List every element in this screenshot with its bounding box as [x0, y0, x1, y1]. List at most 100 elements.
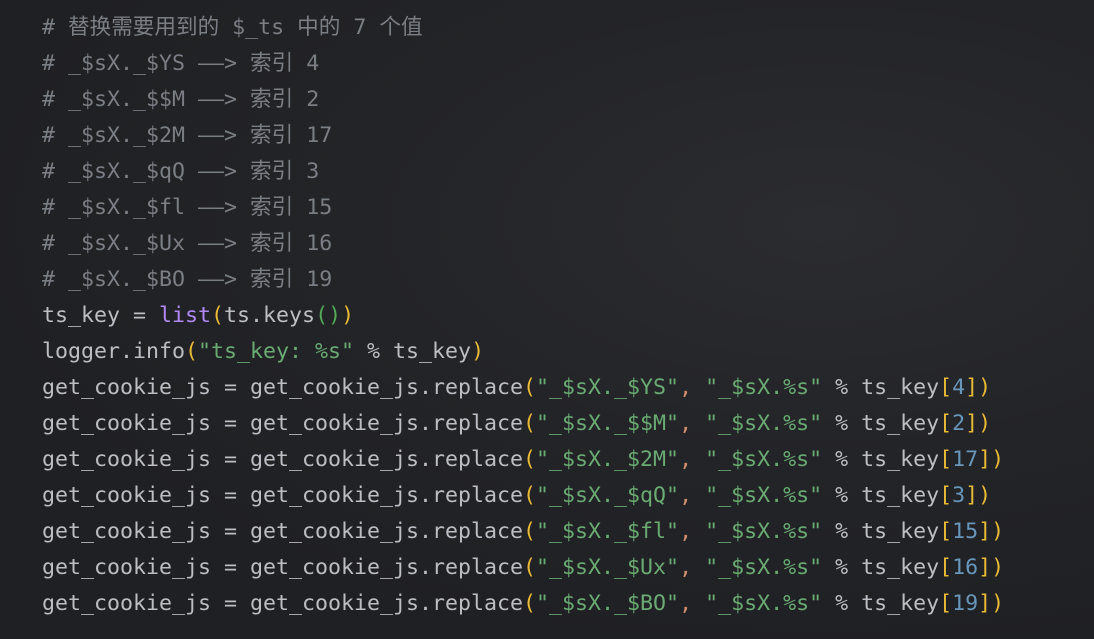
comment: # _$sX._$fl ——> 索引 15	[42, 195, 333, 220]
bracket: [	[939, 447, 953, 472]
bracket: [	[939, 519, 953, 544]
comma: ,	[679, 411, 693, 436]
string-literal: "_$sX.%s"	[705, 483, 823, 508]
comma: ,	[679, 519, 693, 544]
code-line[interactable]: ts_key = list(ts.keys())	[42, 298, 1004, 334]
comma: ,	[679, 447, 693, 472]
bracket: )	[471, 339, 485, 364]
code-line[interactable]: get_cookie_js = get_cookie_js.replace("_…	[42, 370, 1004, 406]
code-line[interactable]: get_cookie_js = get_cookie_js.replace( "_…	[42, 514, 1004, 550]
bracket: [	[939, 375, 953, 400]
code-line[interactable]: # _$sX._$$M ——> 索引 2	[42, 82, 1004, 118]
comment: # 替换需要用到的 $_ts 中的 7 个值	[42, 15, 423, 40]
string-literal: "_$sX._$Ux"	[536, 555, 680, 580]
comment: # _$sX._$$M ——> 索引 2	[42, 87, 320, 112]
string-literal: "ts_key: %s"	[198, 339, 355, 364]
number: 4	[952, 375, 966, 400]
comment: # _$sX._$2M ——> 索引 17	[42, 123, 333, 148]
code-text: % ts_key	[822, 411, 940, 436]
number: 2	[952, 411, 966, 436]
code-line[interactable]: get_cookie_js = get_cookie_js.replace("_…	[42, 586, 1004, 622]
bracket: [	[939, 591, 953, 616]
code-text: % ts_key	[354, 339, 472, 364]
string-literal: "_$sX._$qQ"	[536, 483, 680, 508]
bracket: ]	[978, 519, 992, 544]
string-literal: "_$sX._$$M"	[536, 411, 680, 436]
comment: # _$sX._$qQ ——> 索引 3	[42, 159, 320, 184]
code-text: % ts_key	[822, 483, 940, 508]
bracket: (	[211, 303, 225, 328]
string-literal: "_$sX._$BO"	[536, 591, 680, 616]
comma: ,	[679, 591, 693, 616]
bracket: (	[523, 519, 537, 544]
code-line[interactable]: # _$sX._$YS ——> 索引 4	[42, 46, 1004, 82]
string-literal: "_$sX.%s"	[705, 555, 823, 580]
bracket: ]	[978, 555, 992, 580]
number: 15	[952, 519, 979, 544]
string-literal: "_$sX._$YS"	[536, 375, 680, 400]
bracket: ]	[965, 483, 979, 508]
bracket: [	[939, 555, 953, 580]
code-text: get_cookie_js = get_cookie_js.replace	[42, 555, 524, 580]
bracket: )	[991, 519, 1005, 544]
code-editor[interactable]: # 替换需要用到的 $_ts 中的 7 个值 # _$sX._$YS ——> 索引…	[42, 10, 1004, 622]
bracket: (	[523, 375, 537, 400]
string-literal: "_$sX.%s"	[705, 447, 823, 472]
bracket: (	[523, 483, 537, 508]
number: 17	[952, 447, 979, 472]
bracket: )	[991, 555, 1005, 580]
bracket: ]	[965, 411, 979, 436]
code-line[interactable]: # _$sX._$qQ ——> 索引 3	[42, 154, 1004, 190]
number: 3	[952, 483, 966, 508]
code-line[interactable]: # _$sX._$BO ——> 索引 19	[42, 262, 1004, 298]
bracket: ]	[978, 591, 992, 616]
code-line[interactable]: get_cookie_js = get_cookie_js.replace("_…	[42, 478, 1004, 514]
code-text: get_cookie_js = get_cookie_js.replace	[42, 519, 524, 544]
number: 16	[952, 555, 979, 580]
code-text: get_cookie_js = get_cookie_js.replace	[42, 411, 524, 436]
code-text: % ts_key	[822, 555, 940, 580]
code-text: get_cookie_js = get_cookie_js.replace	[42, 591, 524, 616]
code-line[interactable]: get_cookie_js = get_cookie_js.replace("_…	[42, 442, 1004, 478]
comment: # _$sX._$YS ——> 索引 4	[42, 51, 320, 76]
code-text: % ts_key	[822, 375, 940, 400]
comma: ,	[679, 483, 693, 508]
bracket: (	[523, 411, 537, 436]
code-line[interactable]: get_cookie_js = get_cookie_js.replace("_…	[42, 550, 1004, 586]
comma: ,	[679, 555, 693, 580]
bracket: )	[978, 483, 992, 508]
code-line[interactable]: logger.info("ts_key: %s" % ts_key)	[42, 334, 1004, 370]
number: 19	[952, 591, 979, 616]
string-literal: "_$sX.%s"	[705, 519, 823, 544]
bracket: ()	[315, 303, 342, 328]
code-text: ts.keys	[224, 303, 316, 328]
code-line[interactable]: # _$sX._$fl ——> 索引 15	[42, 190, 1004, 226]
code-line[interactable]: get_cookie_js = get_cookie_js.replace("_…	[42, 406, 1004, 442]
code-line[interactable]: # _$sX._$Ux ——> 索引 16	[42, 226, 1004, 262]
bracket: )	[991, 591, 1005, 616]
bracket: ]	[978, 447, 992, 472]
bracket: (	[523, 555, 537, 580]
code-text: get_cookie_js = get_cookie_js.replace	[42, 447, 524, 472]
code-text: logger.info	[42, 339, 186, 364]
bracket: )	[978, 375, 992, 400]
bracket: [	[939, 483, 953, 508]
bracket: )	[991, 447, 1005, 472]
code-text: % ts_key	[822, 447, 940, 472]
string-literal: "_$sX.%s"	[705, 411, 823, 436]
string-literal: "_$sX.%s"	[705, 591, 823, 616]
code-line[interactable]: # 替换需要用到的 $_ts 中的 7 个值	[42, 10, 1004, 46]
code-text: % ts_key	[822, 591, 940, 616]
code-text: % ts_key	[822, 519, 940, 544]
string-literal: "_$sX.%s"	[705, 375, 823, 400]
code-line[interactable]: # _$sX._$2M ——> 索引 17	[42, 118, 1004, 154]
code-text: get_cookie_js = get_cookie_js.replace	[42, 483, 524, 508]
comma: ,	[679, 375, 693, 400]
code-text: ts_key =	[42, 303, 160, 328]
